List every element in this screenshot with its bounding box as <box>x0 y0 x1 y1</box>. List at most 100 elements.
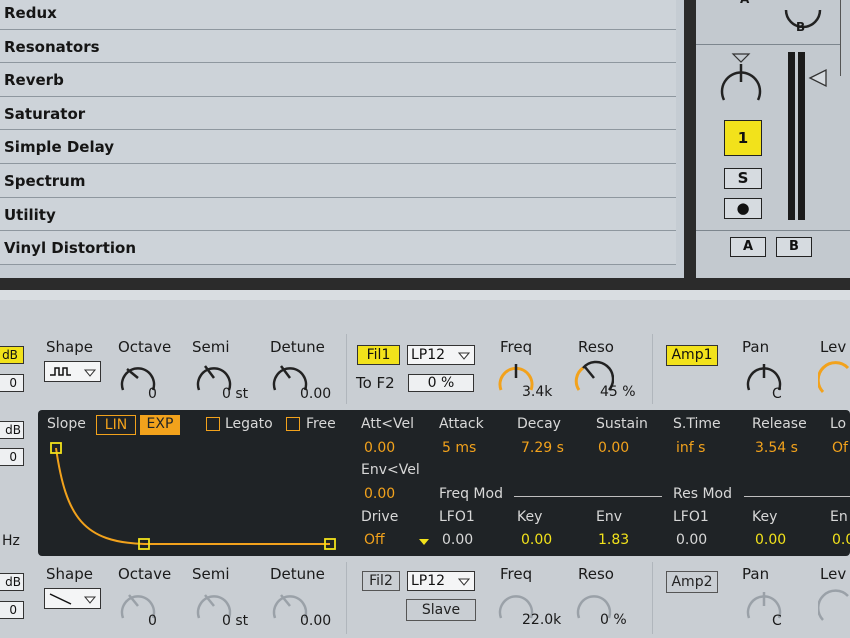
release-value[interactable]: 3.54 s <box>755 440 798 456</box>
stime-value[interactable]: inf s <box>676 440 705 456</box>
osc2-shape-label: Shape <box>46 565 93 583</box>
osc1-octave-label: Octave <box>118 338 172 356</box>
solo-button[interactable]: S <box>724 168 762 189</box>
decay-value[interactable]: 7.29 s <box>521 440 564 456</box>
amp1-level-knob-icon[interactable] <box>818 360 850 400</box>
crossfade-b-button[interactable]: B <box>776 237 812 257</box>
fil1-freq-label: Freq <box>500 338 533 356</box>
fm-env-label: Env <box>596 509 623 525</box>
crossfade-a-button[interactable]: A <box>730 237 766 257</box>
slope-lin-button[interactable]: LIN <box>96 415 136 435</box>
amp1-level-label: Lev <box>820 338 847 356</box>
mixer-strip: A B 1 S ● A B <box>696 0 850 278</box>
osc2-detune-label: Detune <box>270 565 325 583</box>
osc2-shape-select[interactable] <box>44 588 101 609</box>
send-b-label: B <box>796 20 806 34</box>
side-unit-button[interactable]: dB <box>0 421 24 439</box>
volume-slider-icon[interactable] <box>808 68 830 88</box>
fil1-to-f2-field[interactable]: 0 % <box>408 374 474 392</box>
send-a-label: A <box>740 0 749 6</box>
track-activator-button[interactable]: 1 <box>724 120 762 156</box>
device-browser: Redux Resonators Reverb Saturator Simple… <box>0 0 684 278</box>
rm-key-label: Key <box>752 509 778 525</box>
square-wave-icon <box>50 367 97 377</box>
level-meter-right <box>798 52 805 220</box>
osc1-semi-label: Semi <box>192 338 230 356</box>
envelope-display[interactable] <box>44 438 344 552</box>
osc2-unit-button[interactable]: dB <box>0 573 24 591</box>
rm-env-label: En <box>830 509 848 525</box>
side-hz-label: Hz <box>2 533 20 549</box>
loop-value[interactable]: Of <box>832 440 848 456</box>
stime-label: S.Time <box>673 416 721 432</box>
browser-item[interactable]: Vinyl Distortion <box>0 231 676 266</box>
arm-button[interactable]: ● <box>724 198 762 219</box>
sustain-value[interactable]: 0.00 <box>598 440 629 456</box>
osc1-unit-button[interactable]: dB <box>0 346 24 364</box>
divider <box>696 230 850 231</box>
legato-checkbox[interactable] <box>206 417 220 431</box>
fm-env-value[interactable]: 1.83 <box>598 532 629 548</box>
device-header-strip <box>0 290 850 300</box>
browser-item[interactable]: Spectrum <box>0 164 676 198</box>
rm-lfo1-value[interactable]: 0.00 <box>676 532 707 548</box>
pan-knob-icon[interactable] <box>718 52 768 110</box>
attack-value[interactable]: 5 ms <box>442 440 476 456</box>
amp2-pan-label: Pan <box>742 565 770 583</box>
browser-item[interactable]: Reverb <box>0 63 676 97</box>
res-mod-label: Res Mod <box>673 486 732 502</box>
browser-item[interactable]: Utility <box>0 197 676 232</box>
chevron-down-icon <box>458 352 470 360</box>
fil2-type-select[interactable]: LP12 <box>407 571 475 591</box>
divider <box>346 562 347 634</box>
osc2-semi-value: 0 st <box>222 613 249 629</box>
osc1-detune-value: 0.00 <box>300 386 332 402</box>
slope-exp-button[interactable]: EXP <box>140 415 180 435</box>
res-mod-line <box>744 496 850 497</box>
fil2-toggle-button[interactable]: Fil2 <box>362 571 400 591</box>
divider <box>696 44 850 45</box>
fil1-type-select[interactable]: LP12 <box>407 345 475 365</box>
fm-key-value[interactable]: 0.00 <box>521 532 552 548</box>
browser-item[interactable]: Simple Delay <box>0 130 676 164</box>
att-vel-value[interactable]: 0.00 <box>364 440 395 456</box>
divider <box>652 562 653 634</box>
amp2-level-knob-icon[interactable] <box>818 588 850 628</box>
fm-lfo1-value[interactable]: 0.00 <box>442 532 473 548</box>
saw-wave-icon <box>49 593 97 605</box>
freq-mod-line <box>514 496 662 497</box>
browser-item[interactable]: Resonators <box>0 29 676 64</box>
rm-env-value[interactable]: 0.0 <box>832 532 850 548</box>
osc2-detune-value: 0.00 <box>300 613 332 629</box>
fil1-toggle-button[interactable]: Fil1 <box>357 345 400 365</box>
drive-value[interactable]: Off <box>364 532 385 548</box>
freq-mod-label: Freq Mod <box>439 486 503 502</box>
osc2-value-field[interactable]: 0 <box>0 601 24 619</box>
release-label: Release <box>752 416 807 432</box>
amp1-pan-value: C <box>772 386 782 402</box>
amp2-toggle-button[interactable]: Amp2 <box>666 571 718 593</box>
rm-key-value[interactable]: 0.00 <box>755 532 786 548</box>
amp1-toggle-button[interactable]: Amp1 <box>666 345 718 366</box>
fil2-reso-value: 0 % <box>600 612 627 628</box>
browser-item[interactable]: Redux <box>0 0 676 30</box>
osc1-value-field[interactable]: 0 <box>0 374 24 392</box>
legato-label: Legato <box>225 416 273 432</box>
env-vel-value[interactable]: 0.00 <box>364 486 395 502</box>
amp2-pan-value: C <box>772 613 782 629</box>
divider <box>652 334 653 404</box>
osc1-semi-value: 0 st <box>222 386 249 402</box>
free-checkbox[interactable] <box>286 417 300 431</box>
fil2-freq-value: 22.0k <box>522 612 562 628</box>
divider <box>346 334 347 404</box>
fil2-slave-button[interactable]: Slave <box>406 599 476 621</box>
amp2-level-label: Lev <box>820 565 847 583</box>
decay-label: Decay <box>517 416 561 432</box>
osc1-shape-select[interactable] <box>44 361 101 382</box>
fil1-freq-value: 3.4k <box>522 384 553 400</box>
browser-item[interactable]: Saturator <box>0 96 676 131</box>
drive-dropdown-icon[interactable] <box>418 537 430 547</box>
sustain-label: Sustain <box>596 416 648 432</box>
fm-key-label: Key <box>517 509 543 525</box>
side-value-field[interactable]: 0 <box>0 448 24 466</box>
